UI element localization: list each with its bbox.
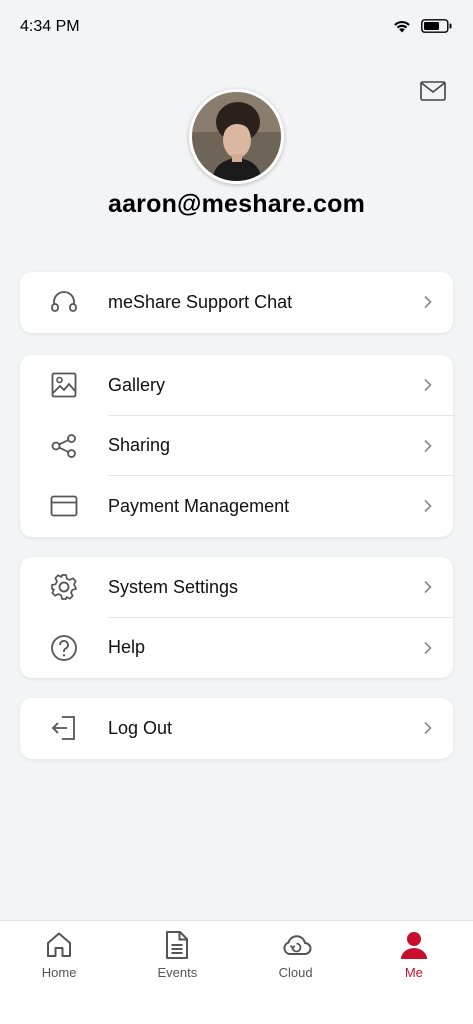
- user-email: aaron@meshare.com: [107, 190, 366, 218]
- logout-label: Log Out: [108, 717, 173, 738]
- tab-cloud[interactable]: Cloud: [237, 921, 355, 1024]
- status-time: 4:34 PM: [20, 18, 80, 35]
- tab-events-label: Events: [157, 965, 198, 980]
- home-icon: [43, 929, 75, 961]
- person-icon: [398, 929, 430, 961]
- gallery-row[interactable]: Gallery: [20, 355, 453, 416]
- tab-me-label: Me: [404, 965, 423, 980]
- document-icon: [161, 929, 193, 961]
- tab-cloud-label: Cloud: [278, 965, 313, 980]
- cloud-icon: [280, 929, 312, 961]
- help-row[interactable]: Help: [20, 618, 453, 679]
- tab-home[interactable]: Home: [0, 921, 118, 1024]
- wifi-icon: [394, 21, 410, 33]
- gallery-label: Gallery: [108, 374, 166, 395]
- logout-card: Log Out: [20, 698, 453, 759]
- system-settings-row[interactable]: System Settings: [20, 557, 453, 618]
- help-label: Help: [108, 637, 146, 658]
- settings-card: System Settings Help: [20, 557, 453, 678]
- gear-icon: [50, 573, 78, 601]
- envelope-icon: [420, 81, 446, 101]
- share-icon: [50, 432, 78, 460]
- chevron-right-icon: [424, 296, 432, 309]
- chevron-right-icon: [424, 379, 432, 392]
- sharing-label: Sharing: [108, 435, 171, 456]
- chevron-right-icon: [424, 722, 432, 735]
- image-icon: [50, 371, 78, 399]
- support-card: meShare Support Chat: [20, 272, 453, 333]
- me-screen: 4:34 PM aaron@meshare.com meShare Suppor…: [0, 0, 473, 1024]
- chevron-right-icon: [424, 439, 432, 452]
- support-chat-row[interactable]: meShare Support Chat: [20, 272, 453, 333]
- tab-me[interactable]: Me: [355, 921, 473, 1024]
- chevron-right-icon: [424, 641, 432, 654]
- payment-label: Payment Management: [108, 495, 290, 516]
- status-bar: 4:34 PM: [0, 0, 473, 56]
- question-circle-icon: [50, 634, 78, 662]
- battery-icon: [421, 19, 452, 33]
- tab-bar: Home Events Cloud Me: [0, 920, 473, 1024]
- sharing-row[interactable]: Sharing: [20, 416, 453, 476]
- messages-button[interactable]: [419, 78, 447, 104]
- tab-home-label: Home: [41, 965, 77, 980]
- avatar[interactable]: [189, 89, 284, 184]
- headset-icon: [50, 288, 78, 316]
- chevron-right-icon: [424, 581, 432, 594]
- logout-row[interactable]: Log Out: [20, 698, 453, 759]
- system-settings-label: System Settings: [108, 576, 239, 597]
- logout-icon: [50, 714, 78, 742]
- payment-row[interactable]: Payment Management: [20, 476, 453, 537]
- support-chat-label: meShare Support Chat: [108, 291, 293, 312]
- tab-events[interactable]: Events: [118, 921, 236, 1024]
- chevron-right-icon: [424, 500, 432, 513]
- media-card: Gallery Sharing Payment Management: [20, 355, 453, 537]
- credit-card-icon: [50, 492, 78, 520]
- status-icons: [393, 19, 453, 33]
- avatar-photo: [192, 92, 281, 181]
